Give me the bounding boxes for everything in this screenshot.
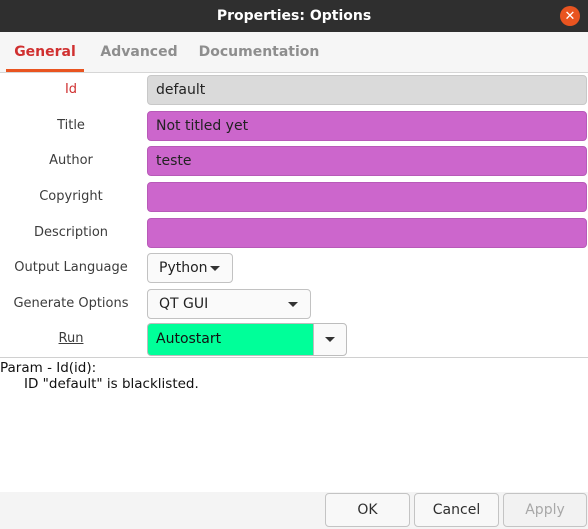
id-label: Id: [64, 82, 78, 97]
row-description: Description: [0, 216, 588, 250]
chevron-down-icon: [210, 266, 220, 271]
tab-documentation[interactable]: Documentation: [196, 32, 322, 72]
output-language-dropdown[interactable]: Python: [147, 253, 233, 283]
generate-options-value: QT GUI: [159, 296, 209, 312]
cancel-button[interactable]: Cancel: [414, 493, 499, 527]
copyright-label: Copyright: [39, 189, 103, 204]
tab-bar: General Advanced Documentation: [0, 32, 588, 73]
row-run: Run Autostart: [0, 322, 588, 356]
dialog-button-bar: OK Cancel Apply: [0, 492, 588, 529]
apply-button[interactable]: Apply: [503, 493, 587, 527]
window-title: Properties: Options: [216, 8, 372, 24]
row-author: Author teste: [0, 144, 588, 178]
id-field[interactable]: default: [147, 75, 587, 105]
run-label: Run: [58, 331, 84, 346]
row-copyright: Copyright: [0, 180, 588, 214]
row-id: Id default: [0, 73, 588, 107]
description-label: Description: [33, 225, 109, 240]
close-button[interactable]: ✕: [560, 6, 580, 26]
ok-button[interactable]: OK: [325, 493, 410, 527]
title-field[interactable]: Not titled yet: [147, 111, 587, 141]
tab-advanced[interactable]: Advanced: [96, 32, 182, 72]
error-message-panel: Param - Id(id): ID "default" is blacklis…: [0, 359, 588, 491]
title-bar: Properties: Options ✕: [0, 0, 588, 32]
description-field[interactable]: [147, 218, 587, 248]
run-combo-entry[interactable]: Autostart: [147, 323, 313, 356]
run-combo-button[interactable]: [313, 323, 347, 356]
close-icon: ✕: [564, 8, 576, 24]
generate-options-dropdown[interactable]: QT GUI: [147, 289, 311, 319]
chevron-down-icon: [325, 337, 335, 342]
tab-general[interactable]: General: [6, 32, 84, 72]
output-language-label: Output Language: [14, 260, 128, 275]
general-form: Id default Title Not titled yet Author t…: [0, 72, 588, 357]
author-field[interactable]: teste: [147, 146, 587, 176]
author-label: Author: [49, 153, 93, 168]
error-message-heading: Param - Id(id):: [0, 360, 97, 376]
copyright-field[interactable]: [147, 182, 587, 212]
chevron-down-icon: [288, 302, 298, 307]
output-language-value: Python: [159, 260, 208, 276]
generate-options-label: Generate Options: [13, 296, 129, 311]
row-generate-options: Generate Options QT GUI: [0, 287, 588, 321]
error-message-text: ID "default" is blacklisted.: [24, 376, 199, 392]
title-label: Title: [57, 118, 85, 133]
row-output-language: Output Language Python: [0, 251, 588, 285]
divider: [0, 357, 588, 358]
row-title: Title Not titled yet: [0, 109, 588, 143]
